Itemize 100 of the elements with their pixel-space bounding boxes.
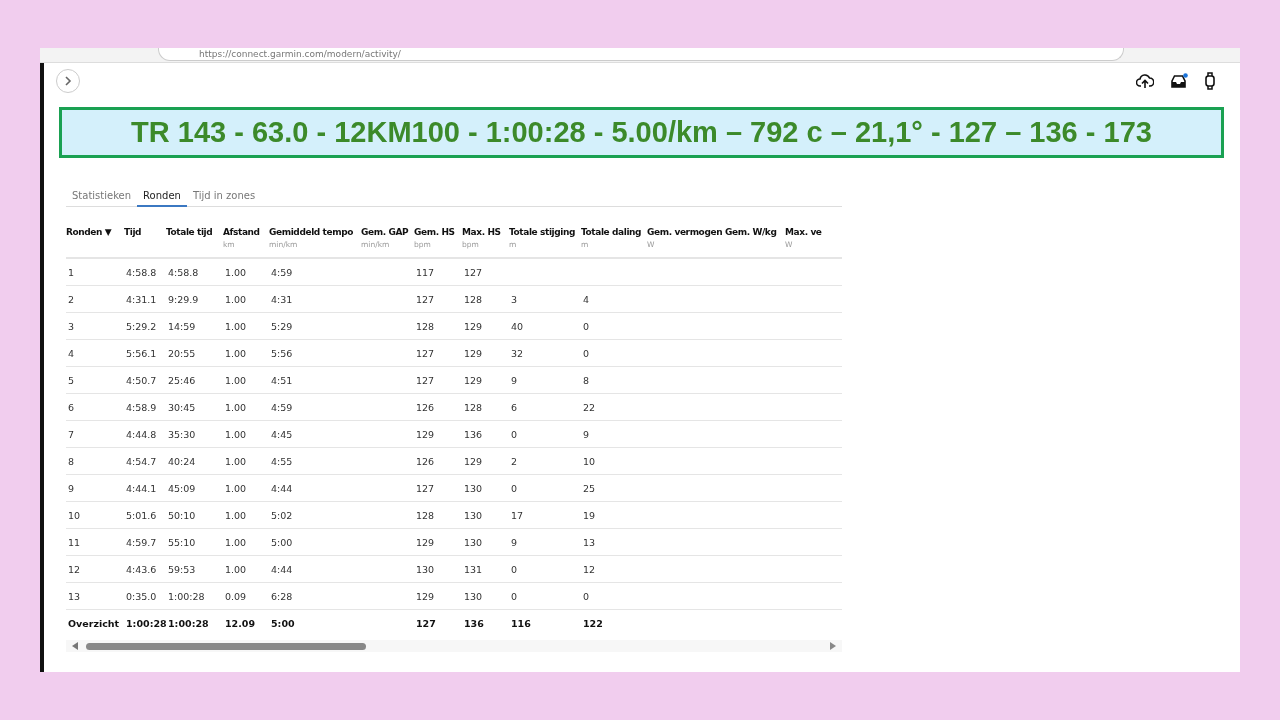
table-cell: 0:35.0: [126, 590, 157, 602]
column-header: Max. HS: [462, 227, 502, 237]
table-cell: 1:00:28: [168, 590, 205, 602]
column-header: Gemiddeld tempo: [269, 227, 354, 237]
table-cell: 1.00: [225, 401, 247, 413]
summary-cell: 122: [583, 617, 603, 629]
table-cell: 4:51: [271, 374, 293, 386]
table-cell: 128: [416, 509, 435, 521]
expand-button[interactable]: [56, 69, 80, 93]
table-cell: 4:59: [271, 266, 293, 278]
table-cell: 128: [416, 320, 435, 332]
table-cell: 0: [583, 590, 590, 602]
summary-cell: 1:00:28: [168, 617, 209, 629]
table-cell: 2: [511, 455, 518, 467]
table-cell: 6: [68, 401, 75, 413]
column-header[interactable]: Ronden ▼: [66, 227, 124, 237]
activity-title-banner: TR 143 - 63.0 - 12KM100 - 1:00:28 - 5.00/km – 792 c – 21,1° - 127 – 136 - 173: [59, 107, 1224, 158]
table-cell: 1.00: [225, 374, 247, 386]
summary-cell: Overzicht: [68, 617, 120, 629]
table-cell: 129: [464, 455, 483, 467]
column-header: Gem. GAP: [361, 227, 410, 237]
inbox-icon[interactable]: [1170, 73, 1188, 89]
address-bar[interactable]: https://connect.garmin.com/modern/activity/: [158, 48, 1124, 61]
table-cell: 6:28: [271, 590, 293, 602]
table-cell: 136: [464, 428, 483, 440]
table-cell: 4:50.7: [126, 374, 157, 386]
table-cell: 1.00: [225, 455, 247, 467]
table-cell: 5:02: [271, 509, 293, 521]
table-cell: 4:44.8: [126, 428, 157, 440]
table-cell: 17: [511, 509, 524, 521]
table-cell: 4: [583, 293, 590, 305]
table-cell: 4:59: [271, 401, 293, 413]
table-cell: 5:29: [271, 320, 293, 332]
table-cell: 25: [583, 482, 596, 494]
horizontal-scrollbar[interactable]: [66, 640, 842, 652]
table-cell: 131: [464, 563, 483, 575]
table-cell: 7: [68, 428, 75, 440]
table-cell: 4: [68, 347, 75, 359]
table-cell: 11: [68, 536, 81, 548]
scroll-right-icon[interactable]: [830, 642, 836, 650]
column-header: Afstand: [223, 227, 261, 237]
table-cell: 0: [583, 320, 590, 332]
tab[interactable]: Tijd in zones: [186, 188, 262, 207]
table-cell: 130: [464, 509, 483, 521]
table-cell: 127: [416, 293, 435, 305]
table-cell: 8: [583, 374, 590, 386]
tab[interactable]: Ronden: [137, 188, 187, 207]
table-cell: 5:01.6: [126, 509, 157, 521]
table-cell: 32: [511, 347, 524, 359]
table-cell: 5:00: [271, 536, 293, 548]
summary-cell: 1:00:28: [126, 617, 167, 629]
table-cell: 9: [68, 482, 75, 494]
table-cell: 4:45: [271, 428, 293, 440]
table-cell: 1.00: [225, 536, 247, 548]
cloud-upload-icon[interactable]: [1136, 73, 1154, 89]
table-cell: 4:44.1: [126, 482, 157, 494]
watch-icon[interactable]: [1204, 72, 1216, 90]
table-cell: 1: [68, 266, 75, 278]
table-cell: 129: [416, 428, 435, 440]
scroll-left-icon[interactable]: [72, 642, 78, 650]
table-cell: 129: [464, 320, 483, 332]
column-header: Max. ve: [785, 227, 823, 237]
table-cell: 4:44: [271, 482, 293, 494]
table-cell: 130: [464, 482, 483, 494]
table-cell: 130: [464, 590, 483, 602]
table-cell: 4:58.8: [168, 266, 199, 278]
table-cell: 128: [464, 293, 483, 305]
table-cell: 129: [416, 536, 435, 548]
summary-cell: 136: [464, 617, 484, 629]
table-cell: 2: [68, 293, 75, 305]
table-cell: 117: [416, 266, 435, 278]
table-cell: 0: [583, 347, 590, 359]
table-cell: 10: [68, 509, 81, 521]
table-cell: 1.00: [225, 482, 247, 494]
table-cell: 0.09: [225, 590, 247, 602]
table-cell: 4:31.1: [126, 293, 157, 305]
table-cell: 5: [68, 374, 75, 386]
table-cell: 55:10: [168, 536, 196, 548]
tab[interactable]: Statistieken: [66, 188, 138, 207]
table-cell: 20:55: [168, 347, 196, 359]
column-header: Gem. W/kg: [725, 227, 778, 237]
table-cell: 3: [511, 293, 518, 305]
table-cell: 5:56.1: [126, 347, 157, 359]
table-cell: 1.00: [225, 320, 247, 332]
table-cell: 0: [511, 590, 518, 602]
table-cell: 5:56: [271, 347, 293, 359]
table-cell: 19: [583, 509, 596, 521]
column-header: Gem. HS: [414, 227, 456, 237]
table-cell: 129: [464, 374, 483, 386]
column-header: Totale daling: [581, 227, 643, 237]
table-cell: 4:44: [271, 563, 293, 575]
table-cell: 130: [464, 536, 483, 548]
table-cell: 10: [583, 455, 596, 467]
table-cell: 1.00: [225, 266, 247, 278]
summary-cell: 127: [416, 617, 436, 629]
table-cell: 4:54.7: [126, 455, 157, 467]
table-cell: 4:59.7: [126, 536, 157, 548]
table-cell: 126: [416, 401, 435, 413]
table-cell: 127: [416, 482, 435, 494]
table-cell: 4:58.9: [126, 401, 157, 413]
